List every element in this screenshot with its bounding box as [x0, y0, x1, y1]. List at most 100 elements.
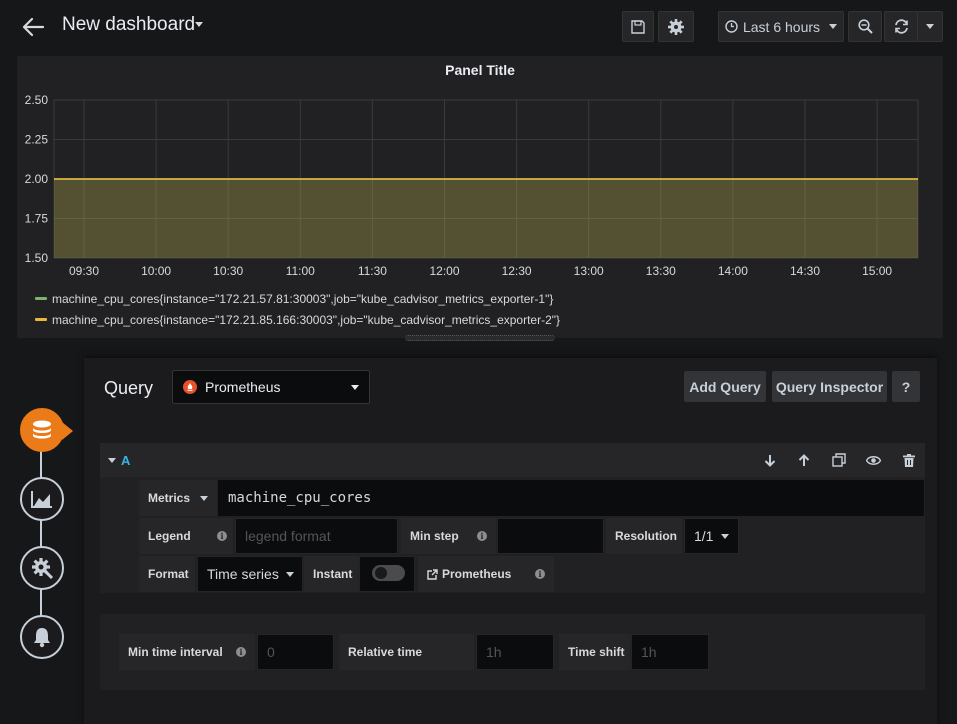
instant-label: Instant [304, 556, 358, 592]
resolution-label: Resolution [606, 518, 682, 554]
trash-icon [903, 453, 915, 467]
legend-item[interactable]: machine_cpu_cores{instance="172.21.57.81… [35, 288, 560, 309]
graph-panel[interactable]: 1.50 1.75 2.00 2.25 2.50 09:30 10:00 10:30 11:00… [17, 56, 943, 338]
nav-visualization[interactable] [20, 477, 64, 521]
panel-resize-handle[interactable] [405, 335, 555, 341]
save-icon [631, 19, 645, 34]
datasource-select[interactable]: Prometheus [172, 370, 370, 404]
relative-time-placeholder: 1h [486, 644, 502, 660]
x-tick-label: 09:30 [69, 264, 99, 278]
chevron-down-icon [829, 24, 838, 29]
min-time-interval-input[interactable]: 0 [257, 634, 334, 670]
x-tick-label: 14:00 [718, 264, 748, 278]
dashboard-navbar: New dashboard Last 6 hours [0, 0, 957, 54]
panel-title[interactable]: Panel Title [17, 62, 943, 78]
nav-queries[interactable] [20, 408, 64, 452]
format-select[interactable]: Time series [197, 556, 303, 592]
add-query-button[interactable]: Add Query [684, 371, 766, 402]
query-ref-id: A [121, 453, 131, 468]
x-tick-label: 15:00 [862, 264, 892, 278]
time-shift-label: Time shift [559, 634, 630, 670]
chevron-down-icon [926, 24, 934, 29]
time-shift-placeholder: 1h [641, 644, 657, 660]
x-tick-label: 12:30 [502, 264, 532, 278]
arrow-up-icon [798, 453, 810, 466]
metrics-dropdown[interactable]: Metrics [139, 480, 217, 516]
min-step-label: Min step i [401, 518, 496, 554]
legend-label[interactable]: machine_cpu_cores{instance="172.21.85.16… [52, 313, 560, 327]
relative-time-input[interactable]: 1h [476, 634, 554, 670]
chevron-down-icon [351, 385, 359, 390]
x-tick-label: 12:00 [429, 264, 459, 278]
relative-time-label: Relative time [339, 634, 474, 670]
x-tick-label: 13:30 [646, 264, 676, 278]
legend-placeholder: legend format [245, 528, 331, 544]
min-step-input[interactable] [497, 518, 604, 554]
x-tick-label: 14:30 [790, 264, 820, 278]
arrow-down-icon [764, 454, 776, 467]
chart-icon [31, 491, 52, 508]
min-time-interval-placeholder: 0 [267, 644, 275, 660]
metrics-label: Metrics [148, 491, 191, 505]
dashboard-settings-button[interactable] [658, 11, 694, 42]
back-arrow-icon [22, 17, 44, 37]
toggle-knob [375, 567, 387, 579]
refresh-button[interactable] [884, 11, 918, 42]
query-row-header: A [100, 443, 925, 477]
min-time-interval-label: Min time interval i [119, 634, 255, 670]
zoom-out-icon [857, 19, 873, 34]
info-icon[interactable]: i [236, 647, 246, 657]
y-tick-label: 2.00 [25, 172, 49, 186]
prometheus-link-text: Prometheus [442, 567, 512, 581]
save-dashboard-button[interactable] [622, 11, 654, 42]
zoom-out-button[interactable] [848, 11, 882, 42]
refresh-interval-dropdown[interactable] [917, 11, 943, 42]
query-inspector-button[interactable]: Query Inspector [772, 371, 887, 402]
legend-label: Legend i [139, 518, 233, 554]
resolution-select[interactable]: 1/1 [684, 518, 739, 554]
nav-general-settings[interactable] [20, 546, 64, 590]
refresh-icon [894, 19, 908, 34]
duplicate-query-button[interactable] [831, 452, 847, 468]
instant-toggle[interactable] [372, 565, 405, 581]
prometheus-docs-link[interactable]: Prometheus i [418, 556, 554, 592]
chevron-down-icon[interactable] [195, 22, 203, 27]
x-tick-label: 11:30 [358, 264, 387, 278]
settings-icon [32, 558, 54, 580]
time-series-chart[interactable]: 1.50 1.75 2.00 2.25 2.50 09:30 10:00 10:30 11:00… [17, 56, 943, 288]
editor-nav-line [40, 440, 42, 640]
nav-alert[interactable] [20, 615, 64, 659]
legend-label[interactable]: machine_cpu_cores{instance="172.21.57.81… [52, 292, 553, 306]
back-button[interactable] [18, 12, 48, 42]
chevron-down-icon [285, 571, 294, 577]
x-tick-label: 10:00 [141, 264, 171, 278]
move-up-button[interactable] [796, 452, 812, 468]
metrics-query-input[interactable]: machine_cpu_cores [218, 480, 924, 516]
min-time-interval-text: Min time interval [128, 645, 223, 659]
time-range-picker[interactable]: Last 6 hours [718, 11, 844, 42]
query-row-toggle[interactable]: A [108, 453, 130, 468]
info-icon[interactable]: i [535, 569, 545, 579]
y-tick-label: 1.50 [25, 251, 49, 265]
legend-format-input[interactable]: legend format [235, 518, 398, 554]
y-tick-label: 2.50 [25, 93, 49, 107]
time-shift-input[interactable]: 1h [631, 634, 709, 670]
legend-swatch[interactable] [35, 318, 47, 321]
info-icon[interactable]: i [477, 531, 487, 541]
format-label: Format [139, 556, 195, 592]
copy-icon [832, 453, 846, 467]
x-tick-label: 10:30 [213, 264, 243, 278]
time-range-label: Last 6 hours [742, 18, 821, 35]
dashboard-title[interactable]: New dashboard [62, 14, 195, 36]
remove-query-button[interactable] [901, 452, 917, 468]
eye-icon [865, 455, 881, 465]
legend-swatch[interactable] [35, 297, 47, 300]
legend-label-text: Legend [148, 529, 191, 543]
toggle-query-visibility-button[interactable] [865, 452, 881, 468]
y-tick-label: 1.75 [25, 212, 49, 226]
help-button[interactable]: ? [892, 371, 920, 402]
legend-item[interactable]: machine_cpu_cores{instance="172.21.85.16… [35, 309, 560, 330]
prometheus-icon [183, 380, 197, 394]
info-icon[interactable]: i [217, 531, 227, 541]
move-down-button[interactable] [762, 452, 778, 468]
